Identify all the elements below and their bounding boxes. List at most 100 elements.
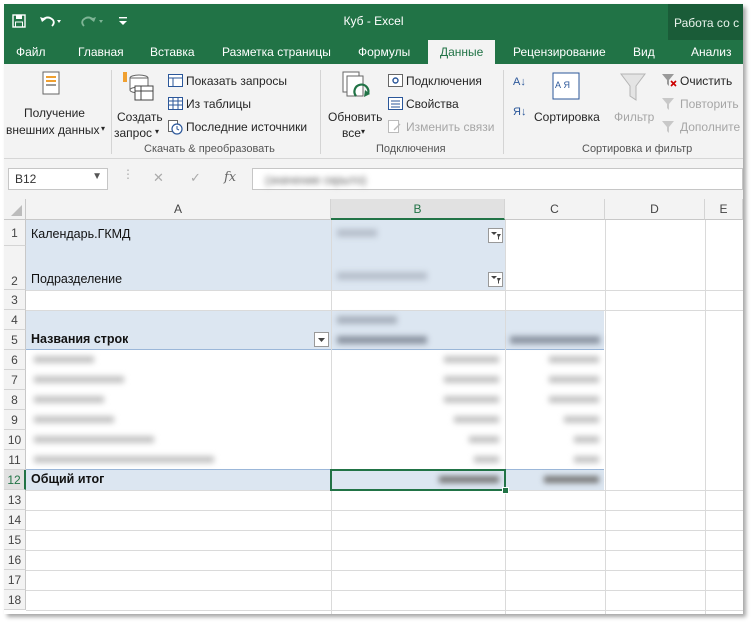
row-header-15[interactable]: 15 (4, 530, 26, 550)
advanced-label: Дополните (680, 120, 741, 134)
formula-input[interactable]: (значение скрыто) (252, 168, 743, 190)
redacted-filter-value-b1[interactable] (337, 229, 377, 237)
cancel-icon[interactable]: ✕ (153, 170, 164, 186)
link-icon (388, 120, 401, 133)
insert-function-icon[interactable]: fx (224, 170, 236, 185)
edit-links-label: Изменить связи (406, 120, 495, 134)
group-label-get-transform: Скачать & преобразовать (144, 143, 275, 155)
enter-icon[interactable]: ✓ (190, 170, 201, 186)
redacted-header-c5 (510, 336, 600, 344)
tab-data[interactable]: Данные (428, 40, 496, 64)
tab-page-layout[interactable]: Разметка страницы (222, 40, 331, 64)
grid-line (26, 550, 743, 551)
row-header-14[interactable]: 14 (4, 510, 26, 530)
properties-icon (388, 97, 403, 110)
worksheet-grid[interactable]: A B C D E 1 2 3 4 5 6 7 8 9 10 11 12 13 … (4, 199, 743, 614)
more-icon: ⋮ (122, 167, 134, 181)
fill-handle[interactable] (502, 487, 509, 494)
select-all-corner[interactable] (4, 199, 26, 220)
tab-review[interactable]: Рецензирование (513, 40, 606, 64)
grid-line (26, 310, 743, 311)
group-separator (320, 70, 321, 154)
create-query-label-1: Создать (117, 110, 163, 124)
cell-a2[interactable]: Подразделение (31, 272, 122, 286)
tab-file[interactable]: Файл (16, 40, 46, 64)
row-header-9[interactable]: 9 (4, 410, 26, 430)
column-header-e[interactable]: E (705, 199, 743, 220)
group-separator (111, 70, 112, 154)
column-header-a[interactable]: A (26, 199, 331, 220)
cell-a5[interactable]: Названия строк (31, 332, 128, 346)
selected-cell-b12[interactable] (330, 469, 506, 491)
column-header-c[interactable]: C (505, 199, 605, 220)
reapply-icon (662, 98, 674, 110)
refresh-all-label-2: все (342, 126, 361, 140)
sort-za-icon: Я↓ (513, 106, 527, 118)
grid-line (605, 220, 606, 614)
grid-line (331, 220, 332, 614)
grid-line (26, 290, 743, 291)
formula-content: (значение скрыто) (265, 173, 367, 187)
row-header-8[interactable]: 8 (4, 390, 26, 410)
grid-line (26, 510, 743, 511)
connections-icon (388, 74, 403, 87)
chevron-down-icon[interactable]: ▼ (92, 171, 102, 182)
tab-view[interactable]: Вид (633, 40, 655, 64)
get-external-label-2: внешних данных (6, 123, 100, 137)
table-icon (168, 97, 183, 110)
funnel-icon (620, 73, 646, 101)
clock-icon (168, 120, 183, 135)
row-header-5[interactable]: 5 (4, 330, 26, 350)
recent-sources-label: Последние источники (186, 120, 308, 134)
properties-label: Свойства (406, 97, 459, 111)
chevron-down-icon: ▾ (101, 124, 106, 133)
row-labels-dropdown[interactable] (314, 332, 329, 347)
external-data-icon (42, 71, 60, 95)
column-header-b[interactable]: B (331, 199, 505, 220)
row-header-10[interactable]: 10 (4, 430, 26, 450)
redacted-filter-value-b2[interactable] (337, 272, 427, 280)
row-header-13[interactable]: 13 (4, 490, 26, 510)
row-header-16[interactable]: 16 (4, 550, 26, 570)
new-query-icon (123, 72, 154, 101)
grid-line (705, 220, 706, 614)
pivot-total-border (26, 469, 604, 470)
chevron-down-icon: ▾ (155, 127, 160, 136)
filter-dropdown-b1[interactable] (488, 228, 503, 243)
sort-az-icon: А↓ (513, 76, 526, 88)
grid-line (26, 590, 743, 591)
excel-window: Куб - Excel Работа со с Файл Главная Вст… (4, 4, 743, 614)
cell-a1[interactable]: Календарь.ГКМД (31, 227, 131, 241)
title-bar: Куб - Excel Работа со с (4, 4, 743, 40)
filter-label: Фильтр (614, 110, 655, 124)
cell-a12[interactable]: Общий итог (31, 472, 104, 486)
formula-bar: B12 ▼ ⋮ ✕ ✓ fx (значение скрыто) (4, 159, 743, 199)
sort-label: Сортировка (534, 110, 600, 124)
tab-insert[interactable]: Вставка (150, 40, 195, 64)
clear-filter-icon (662, 74, 677, 87)
get-external-label-1: Получение (24, 106, 85, 120)
tab-analyze[interactable]: Анализ (691, 40, 732, 64)
row-header-7[interactable]: 7 (4, 370, 26, 390)
row-header-11[interactable]: 11 (4, 450, 26, 470)
name-box[interactable]: B12 ▼ (8, 168, 108, 190)
window-title: Куб - Excel (343, 14, 404, 28)
pivot-total-row (26, 470, 604, 490)
advanced-filter-icon (662, 121, 674, 133)
tab-home[interactable]: Главная (78, 40, 124, 64)
row-header-4[interactable]: 4 (4, 310, 26, 330)
tab-formulas[interactable]: Формулы (358, 40, 410, 64)
row-header-18[interactable]: 18 (4, 590, 26, 610)
row-header-2[interactable]: 2 (4, 246, 26, 290)
show-queries-label: Показать запросы (186, 74, 287, 88)
create-query-label-2: запрос (114, 126, 153, 140)
row-header-1[interactable]: 1 (4, 220, 26, 246)
row-header-12[interactable]: 12 (4, 470, 26, 490)
filter-dropdown-b2[interactable] (488, 272, 503, 287)
row-header-6[interactable]: 6 (4, 350, 26, 370)
column-header-d[interactable]: D (605, 199, 705, 220)
pivot-header-border (26, 349, 604, 350)
row-header-3[interactable]: 3 (4, 290, 26, 310)
grid-line (505, 220, 506, 614)
row-header-17[interactable]: 17 (4, 570, 26, 590)
